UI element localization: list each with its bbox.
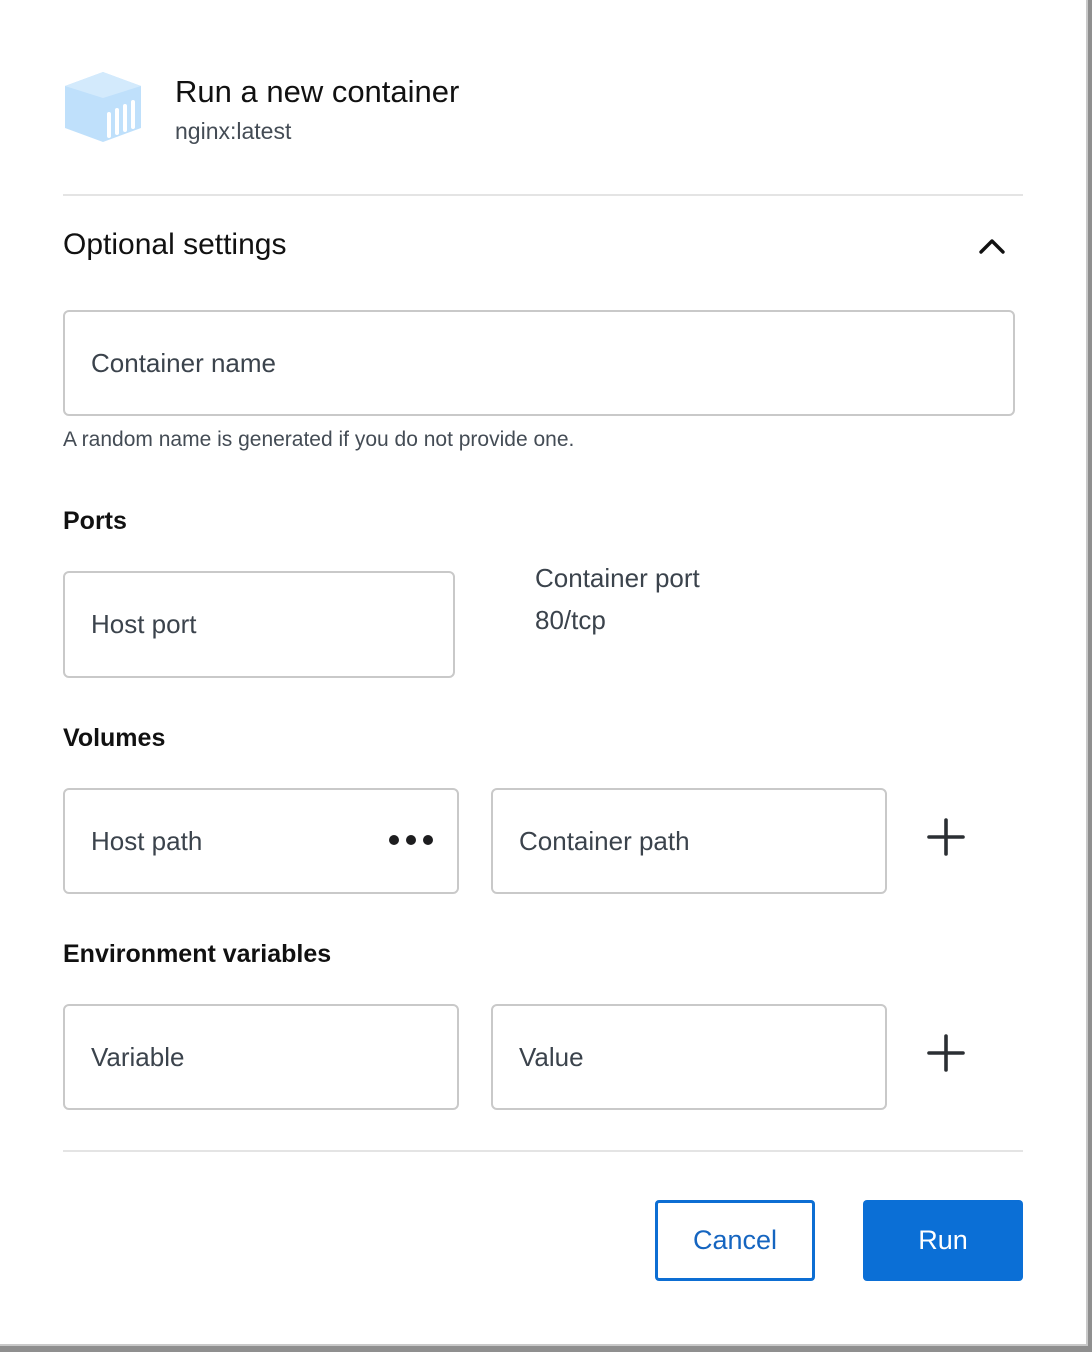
container-path-input[interactable] <box>519 790 865 892</box>
host-path-field[interactable] <box>63 788 459 894</box>
container-box-icon <box>65 72 141 142</box>
container-path-field[interactable] <box>491 788 887 894</box>
optional-settings-label: Optional settings <box>63 228 287 261</box>
dialog-title: Run a new container <box>175 74 460 109</box>
image-name: nginx:latest <box>175 118 292 144</box>
volumes-heading: Volumes <box>63 724 166 752</box>
dialog-header: Run a new container nginx:latest <box>63 68 1023 148</box>
add-volume-plus-icon[interactable] <box>922 813 970 861</box>
host-path-input[interactable] <box>91 790 367 892</box>
chevron-up-icon <box>979 239 1005 254</box>
run-button[interactable]: Run <box>863 1200 1023 1281</box>
cancel-button[interactable]: Cancel <box>655 1200 815 1281</box>
environment-variables-heading: Environment variables <box>63 940 332 968</box>
env-value-input[interactable] <box>519 1006 865 1108</box>
footer-divider <box>63 1150 1023 1152</box>
env-variable-field[interactable] <box>63 1004 459 1110</box>
container-port-label: Container port <box>535 563 700 593</box>
ports-heading: Ports <box>63 507 127 535</box>
container-name-field[interactable] <box>63 310 1015 416</box>
run-container-dialog: Run a new container nginx:latest Optiona… <box>0 0 1088 1346</box>
container-port-value: 80/tcp <box>535 605 606 635</box>
container-name-hint: A random name is generated if you do not… <box>63 428 575 451</box>
add-env-plus-icon[interactable] <box>922 1029 970 1077</box>
host-port-field[interactable] <box>63 571 455 678</box>
host-port-input[interactable] <box>91 573 433 676</box>
more-horizontal-icon[interactable] <box>385 824 437 856</box>
container-name-input[interactable] <box>91 312 993 414</box>
header-divider <box>63 194 1023 196</box>
env-variable-input[interactable] <box>91 1006 437 1108</box>
optional-settings-toggle[interactable]: Optional settings <box>63 218 1023 274</box>
env-value-field[interactable] <box>491 1004 887 1110</box>
